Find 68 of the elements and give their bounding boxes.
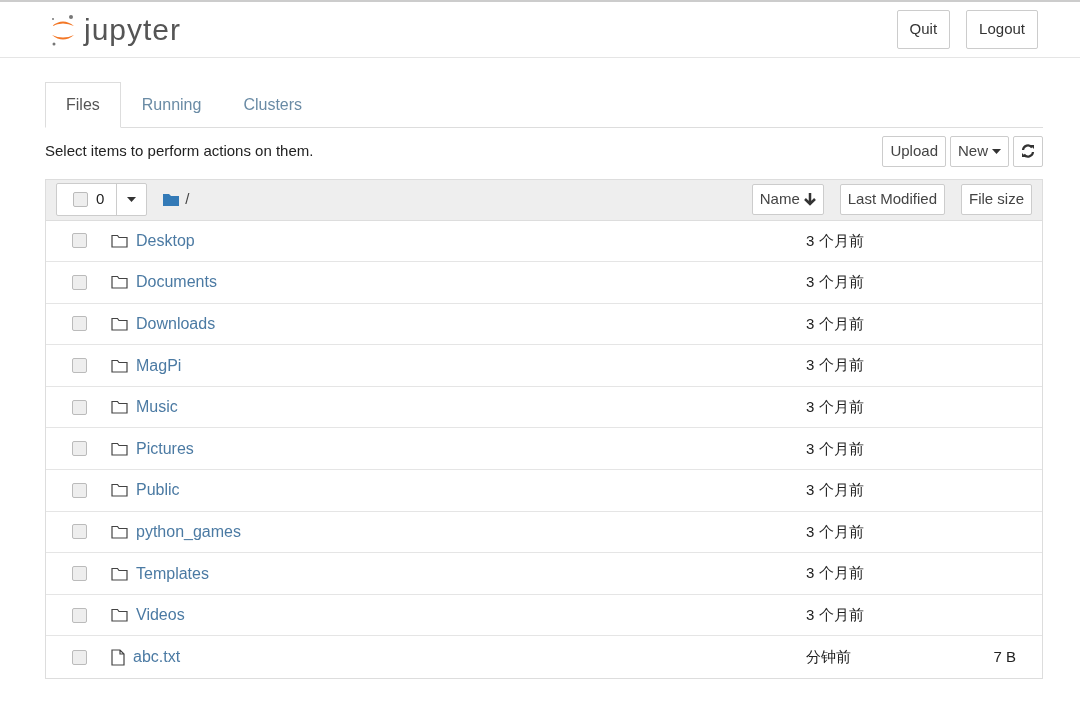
checkbox[interactable]	[72, 233, 87, 249]
folder-icon	[111, 317, 128, 331]
folder-icon	[111, 400, 128, 415]
modified-time: 3 个月前	[806, 230, 865, 251]
checkbox[interactable]	[72, 316, 87, 332]
checkbox[interactable]	[72, 441, 87, 457]
caret-icon	[992, 148, 1001, 154]
modified-time: 3 个月前	[806, 272, 865, 293]
upload-button[interactable]: Upload	[882, 136, 946, 167]
checkbox[interactable]	[72, 399, 87, 415]
modified-time: 3 个月前	[806, 604, 865, 625]
modified-time: 3 个月前	[806, 313, 865, 334]
folder-icon	[111, 275, 128, 290]
checkbox[interactable]	[72, 274, 87, 290]
folder-icon	[163, 193, 180, 206]
modified-time: 3 个月前	[806, 355, 865, 376]
folder-link[interactable]: Videos	[136, 603, 185, 628]
file-size: 7 B	[992, 647, 1016, 667]
tab[interactable]: Running	[120, 82, 223, 128]
checkbox[interactable]	[72, 607, 87, 623]
folder-icon	[111, 483, 128, 498]
modified-time: 3 个月前	[806, 396, 865, 417]
checkbox[interactable]	[72, 566, 87, 582]
modified-time: 3 个月前	[806, 563, 865, 584]
folder-icon	[111, 441, 128, 456]
file-icon	[111, 648, 125, 666]
modified-time: 3 个月前	[806, 480, 865, 501]
checkbox[interactable]	[72, 649, 87, 665]
modified-time: 3 个月前	[806, 438, 865, 459]
folder-icon	[111, 358, 128, 373]
logo-text: jupyter	[84, 12, 182, 48]
folder-link[interactable]: Pictures	[136, 436, 194, 461]
selected-count: 0	[96, 189, 105, 210]
logo-icon	[50, 12, 76, 47]
checkbox[interactable]	[72, 524, 87, 540]
checkbox[interactable]	[73, 192, 88, 207]
arrow-down-icon	[803, 193, 816, 206]
select-all-dropdown[interactable]: 0	[56, 183, 148, 216]
caret-icon	[127, 197, 137, 202]
folder-icon	[111, 524, 128, 539]
modified-time: 3 个月前	[806, 521, 865, 542]
file-link[interactable]: abc.txt	[133, 645, 181, 670]
folder-link[interactable]: Desktop	[136, 228, 195, 253]
folder-link[interactable]: python_games	[136, 519, 241, 544]
checkbox[interactable]	[72, 482, 87, 498]
folder-icon	[111, 608, 128, 623]
folder-link[interactable]: Downloads	[136, 312, 216, 336]
checkbox[interactable]	[72, 358, 87, 374]
tab[interactable]: Clusters	[222, 82, 324, 128]
folder-link[interactable]: Templates	[136, 561, 209, 586]
name-sort-button[interactable]: Name	[751, 184, 824, 215]
folder-link[interactable]: Music	[136, 395, 178, 420]
folder-link[interactable]: Public	[136, 478, 180, 503]
modified-sort-button[interactable]: Last Modified	[839, 184, 945, 215]
path-text: /	[185, 189, 190, 210]
folder-icon	[111, 233, 128, 248]
quit-button[interactable]: Quit	[896, 10, 951, 49]
size-sort-button[interactable]: File size	[961, 184, 1032, 215]
hint-text: Select items to perform actions on them.	[45, 141, 314, 161]
refresh-button[interactable]	[1013, 136, 1043, 167]
modified-time: 分钟前	[806, 647, 852, 667]
folder-link[interactable]: Documents	[136, 270, 217, 295]
tab[interactable]: Files	[45, 82, 121, 128]
folder-icon	[111, 566, 128, 581]
new-button[interactable]: New	[950, 136, 1009, 167]
folder-link[interactable]: MagPi	[136, 353, 182, 378]
logout-button[interactable]: Logout	[966, 10, 1038, 49]
refresh-icon	[1021, 144, 1035, 159]
